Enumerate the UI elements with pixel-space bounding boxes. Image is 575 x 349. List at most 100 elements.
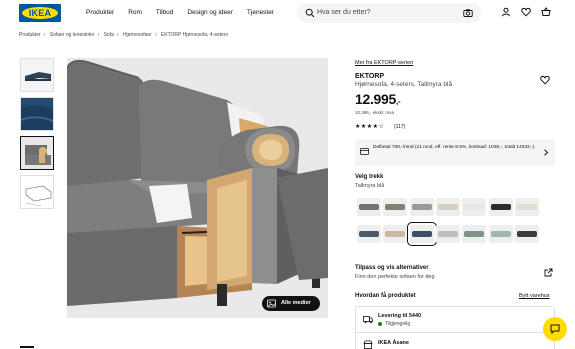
logo-text: IKEA xyxy=(28,8,52,18)
delivery-options-box[interactable]: Levering til 5440 Tilgjengelig IKEA Åsan… xyxy=(355,306,555,349)
color-swatch-blue-grey[interactable] xyxy=(357,225,381,243)
nav-item-tilbud[interactable]: Tilbud xyxy=(156,9,173,16)
chat-bubble-icon xyxy=(550,324,560,334)
credit-card-icon xyxy=(360,148,369,155)
breadcrumb-separator: › xyxy=(116,32,119,38)
customize-heading[interactable]: Tilpass og vis alternativer xyxy=(355,265,429,271)
thumbnail-2[interactable] xyxy=(20,97,54,131)
store-icon xyxy=(363,340,373,349)
image-icon xyxy=(267,299,276,308)
color-swatch-beige[interactable] xyxy=(435,198,460,216)
breadcrumb: Produkter › Sofaer og lenestoler › Sofa › H… xyxy=(19,32,228,38)
sofa-thumbnail-image xyxy=(21,59,53,91)
cart-icon[interactable] xyxy=(541,7,551,17)
nav-item-tjenester[interactable]: Tjenester xyxy=(247,9,274,16)
store-title: IKEA Åsane xyxy=(378,340,409,346)
breadcrumb-item[interactable]: Sofa xyxy=(104,32,114,38)
ikea-logo[interactable]: IKEA xyxy=(19,4,61,22)
selected-color-name: Tallmyra blå xyxy=(355,183,385,189)
main-nav: Produkter Rom Tilbud Design og ideer Tje… xyxy=(86,9,288,16)
breadcrumb-item-current: EKTORP Hjørnesofa, 4-seters xyxy=(160,32,228,38)
swatch-sofa-preview xyxy=(385,231,406,237)
breadcrumb-item[interactable]: Hjørnesofaer xyxy=(123,32,152,38)
truck-icon xyxy=(363,316,373,324)
external-link-icon[interactable] xyxy=(544,268,553,277)
color-swatch-black[interactable] xyxy=(488,198,513,216)
swatch-sofa-preview xyxy=(516,204,537,210)
site-header: IKEA Produkter Rom Tilbud Design og idee… xyxy=(0,0,575,28)
color-swatch-white[interactable] xyxy=(462,198,487,216)
swatch-sofa-preview xyxy=(385,204,406,210)
nav-item-rom[interactable]: Rom xyxy=(128,9,142,16)
swatch-sofa-preview xyxy=(464,231,485,237)
delivery-status: Tilgjengelig xyxy=(378,321,410,327)
product-main-image[interactable] xyxy=(67,58,328,318)
swatch-sofa-preview xyxy=(490,231,511,237)
available-dot xyxy=(378,321,382,326)
breadcrumb-separator: › xyxy=(97,32,100,38)
delivery-title: Levering til 5440 xyxy=(378,313,422,319)
color-heading: Velg trekk xyxy=(355,174,384,180)
all-media-button[interactable]: Alle medier xyxy=(262,296,320,311)
swatch-sofa-preview xyxy=(437,204,458,210)
color-swatch-sand[interactable] xyxy=(383,225,408,243)
sofa-cutaway-illustration xyxy=(67,58,328,318)
product-price: 12.995,- xyxy=(355,91,401,107)
search-bar[interactable]: Hva ser du etter? xyxy=(297,3,481,23)
search-input[interactable]: Hva ser du etter? xyxy=(317,9,371,16)
financing-banner[interactable]: Delbetal 700,-/mnd (21 mnd, eff. rente 8… xyxy=(355,139,555,166)
swatch-sofa-preview xyxy=(359,231,379,237)
color-swatch-grey-light[interactable] xyxy=(409,198,434,216)
swatch-sofa-preview xyxy=(359,204,379,210)
change-store-link[interactable]: Bytt varehus xyxy=(519,293,550,299)
color-swatch-grey-green[interactable] xyxy=(383,198,408,216)
color-swatch-sage[interactable] xyxy=(462,225,487,243)
product-name: EKTORP xyxy=(355,73,385,80)
delivery-status-text: Tilgjengelig xyxy=(385,321,411,327)
user-icon[interactable] xyxy=(501,7,511,17)
heart-icon[interactable] xyxy=(521,7,531,17)
swatch-sofa-preview xyxy=(490,204,511,210)
fabric-thumbnail-image xyxy=(21,98,53,130)
thumbnail-4[interactable] xyxy=(20,175,54,209)
thumbnail-3[interactable] xyxy=(20,136,54,170)
favourite-heart-icon[interactable] xyxy=(540,75,550,85)
price-value: 12.995 xyxy=(355,91,397,107)
camera-icon[interactable] xyxy=(463,8,473,18)
chat-button[interactable] xyxy=(543,317,567,341)
breadcrumb-separator: › xyxy=(154,32,157,38)
product-description: Hjørnesofa, 4-seters, Tallmyra blå xyxy=(355,81,453,88)
swatch-sofa-preview xyxy=(516,231,537,237)
search-icon xyxy=(305,8,315,18)
cutaway-thumbnail-image xyxy=(21,137,53,169)
dimension-thumbnail-image xyxy=(21,176,53,208)
price-suffix: ,- xyxy=(396,97,401,106)
color-swatch-grey-dark[interactable] xyxy=(357,198,381,216)
color-swatch-charcoal[interactable] xyxy=(514,225,539,243)
swatch-sofa-preview xyxy=(411,231,432,237)
breadcrumb-item[interactable]: Sofaer og lenestoler xyxy=(50,32,95,38)
series-link[interactable]: Mer fra EKTORP-serien xyxy=(355,60,413,66)
color-swatch-tallmyra-blue[interactable] xyxy=(406,222,437,246)
delivery-divider xyxy=(356,332,554,333)
swatch-sofa-preview xyxy=(464,204,485,210)
rating-stars[interactable]: ★★★★☆ xyxy=(355,123,384,130)
swatch-sofa-preview xyxy=(437,231,458,237)
delivery-heading: Hvordan få produktet xyxy=(355,293,416,299)
review-count[interactable]: (117) xyxy=(394,124,405,130)
color-swatch-mint[interactable] xyxy=(488,225,513,243)
breadcrumb-separator: › xyxy=(43,32,46,38)
all-media-label: Alle medier xyxy=(281,300,311,306)
price-excl-vat: 10.396,- ekskl. mva xyxy=(355,110,395,115)
color-swatch-off-white[interactable] xyxy=(514,198,539,216)
thumbnail-1[interactable] xyxy=(20,58,54,92)
financing-text: Delbetal 700,-/mnd (21 mnd, eff. rente 8… xyxy=(373,145,536,150)
bottom-divider xyxy=(20,346,34,348)
customize-subtext: Finn den perfekte sofaen for deg xyxy=(355,274,435,280)
swatch-sofa-preview xyxy=(411,204,432,210)
chevron-right-icon xyxy=(544,149,549,156)
nav-item-produkter[interactable]: Produkter xyxy=(86,9,114,16)
breadcrumb-item[interactable]: Produkter xyxy=(19,32,41,38)
nav-item-design[interactable]: Design og ideer xyxy=(187,9,233,16)
color-swatch-light-grey[interactable] xyxy=(435,225,460,243)
